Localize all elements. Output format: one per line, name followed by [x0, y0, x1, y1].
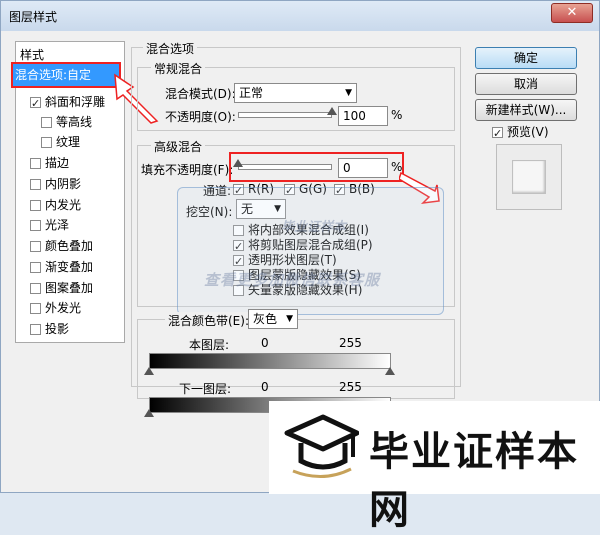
- inner-glow-checkbox[interactable]: [30, 200, 41, 211]
- blend-if-select[interactable]: 灰色 ▼: [248, 309, 298, 329]
- sidebar-item-label: 渐变叠加: [45, 260, 94, 274]
- opacity-percent: %: [391, 108, 403, 122]
- under-layer-min: 0: [261, 380, 269, 394]
- sidebar-item-label: 纹理: [56, 135, 81, 149]
- blend-mode-select[interactable]: 正常 ▼: [234, 83, 357, 103]
- opacity-label: 不透明度(O):: [165, 110, 236, 124]
- satin-checkbox[interactable]: [30, 220, 41, 231]
- sidebar-item-contour[interactable]: 等高线: [41, 113, 92, 131]
- sidebar-item-satin[interactable]: 光泽: [30, 216, 69, 234]
- sidebar-item-label: 颜色叠加: [45, 239, 94, 253]
- preview-toggle[interactable]: 预览(V): [492, 123, 549, 143]
- watermark-top-text: 毕业证样本: [281, 220, 347, 235]
- watermark-banner: 毕业证样本网: [269, 401, 600, 533]
- blend-options-title: 混合选项: [143, 40, 198, 57]
- drop-shadow-checkbox[interactable]: [30, 324, 41, 335]
- this-layer-label: 本图层:: [189, 338, 230, 352]
- sidebar-item-pattern-overlay[interactable]: 图案叠加: [30, 279, 93, 297]
- blend-if-value: 灰色: [253, 312, 278, 326]
- under-layer-max: 255: [339, 380, 362, 394]
- sidebar-item-inner-glow[interactable]: 内发光: [30, 196, 81, 214]
- bevel-checkbox[interactable]: [30, 95, 41, 113]
- preview-checkbox[interactable]: [492, 125, 503, 143]
- graduation-cap-icon: [284, 414, 359, 478]
- opacity-input[interactable]: 100: [338, 106, 388, 126]
- sidebar-item-label: 内阴影: [45, 177, 82, 191]
- gradient-overlay-checkbox[interactable]: [30, 262, 41, 273]
- chevron-down-icon: ▼: [345, 88, 352, 98]
- sidebar-item-texture[interactable]: 纹理: [41, 133, 80, 151]
- watermark-banner-text: 毕业证样本网: [369, 429, 579, 533]
- style-list-heading[interactable]: 样式: [20, 46, 44, 63]
- under-layer-label: 下一图层:: [179, 382, 232, 396]
- style-preview-swatch: [496, 144, 562, 210]
- this-layer-min: 0: [261, 336, 269, 350]
- sidebar-item-bevel[interactable]: 斜面和浮雕: [30, 93, 106, 113]
- general-blending-title: 常规混合: [151, 60, 206, 77]
- sidebar-item-gradient-overlay[interactable]: 渐变叠加: [30, 258, 93, 276]
- sidebar-item-label: 描边: [45, 156, 70, 170]
- close-button[interactable]: ✕: [551, 3, 593, 23]
- preview-label: 预览(V): [507, 125, 549, 139]
- sidebar-item-label: 外发光: [45, 301, 82, 315]
- title-bar: 图层样式 ✕: [1, 1, 599, 31]
- blend-mode-value: 正常: [239, 86, 264, 100]
- sidebar-item-label: 光泽: [45, 218, 70, 232]
- preview-inner-square: [512, 160, 546, 194]
- layer-style-dialog: 图层样式 ✕ 样式 混合选项:自定 斜面和浮雕 等高线 纹理 描边 内阴影 内发…: [0, 0, 600, 533]
- chevron-down-icon: ▼: [286, 314, 293, 324]
- new-style-button[interactable]: 新建样式(W)...: [475, 99, 577, 121]
- highlight-box-fill-opacity: [229, 152, 404, 182]
- fill-opacity-label: 填充不透明度(F):: [141, 163, 234, 177]
- blend-if-label: 混合颜色带(E):: [165, 312, 252, 329]
- opacity-slider[interactable]: [238, 112, 332, 118]
- sidebar-item-inner-shadow[interactable]: 内阴影: [30, 175, 81, 193]
- highlight-box-blend-options: [11, 62, 121, 88]
- ok-button[interactable]: 确定: [475, 47, 577, 69]
- watermark-middle-text: 查看更多加微信联系客服: [204, 271, 381, 289]
- opacity-slider-thumb[interactable]: [327, 107, 337, 115]
- stroke-checkbox[interactable]: [30, 158, 41, 169]
- sidebar-item-label: 内发光: [45, 198, 82, 212]
- sidebar-item-color-overlay[interactable]: 颜色叠加: [30, 237, 93, 255]
- cancel-button[interactable]: 取消: [475, 73, 577, 95]
- this-layer-gradient: [149, 353, 391, 369]
- inner-shadow-checkbox[interactable]: [30, 179, 41, 190]
- this-layer-white-slider[interactable]: [385, 367, 395, 375]
- this-layer-black-slider[interactable]: [144, 367, 154, 375]
- window-title: 图层样式: [9, 10, 58, 24]
- sidebar-item-drop-shadow[interactable]: 投影: [30, 320, 69, 338]
- this-layer-max: 255: [339, 336, 362, 350]
- sidebar-item-label: 图案叠加: [45, 281, 94, 295]
- blend-mode-label: 混合模式(D):: [165, 87, 236, 101]
- watermark-box: [177, 187, 444, 315]
- advanced-blending-title: 高级混合: [151, 138, 206, 155]
- sidebar-item-label: 等高线: [56, 115, 93, 129]
- under-layer-black-slider[interactable]: [144, 409, 154, 417]
- sidebar-item-label: 斜面和浮雕: [45, 95, 106, 109]
- color-overlay-checkbox[interactable]: [30, 241, 41, 252]
- sidebar-item-stroke[interactable]: 描边: [30, 154, 69, 172]
- outer-glow-checkbox[interactable]: [30, 303, 41, 314]
- contour-checkbox[interactable]: [41, 117, 52, 128]
- texture-checkbox[interactable]: [41, 137, 52, 148]
- sidebar-item-label: 投影: [45, 322, 70, 336]
- sidebar-item-outer-glow[interactable]: 外发光: [30, 299, 81, 317]
- pattern-overlay-checkbox[interactable]: [30, 283, 41, 294]
